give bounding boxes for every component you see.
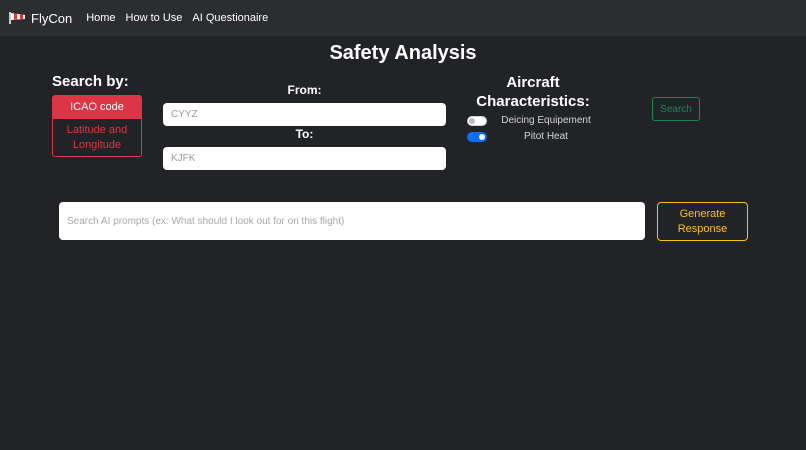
to-label: To: bbox=[295, 127, 314, 141]
navbar: FlyCon Home How to Use AI Questionaire bbox=[0, 0, 806, 36]
deicing-toggle[interactable] bbox=[467, 115, 487, 126]
brand-name: FlyCon bbox=[31, 10, 73, 26]
pitot-heat-toggle-row: Pitot Heat bbox=[467, 131, 605, 142]
search-by-label: Search by: bbox=[52, 73, 129, 90]
search-button[interactable]: Search bbox=[652, 97, 700, 121]
deicing-toggle-row: Deicing Equipement bbox=[467, 115, 605, 126]
to-input[interactable] bbox=[163, 147, 446, 170]
nav-link-how-to-use[interactable]: How to Use bbox=[126, 12, 183, 24]
brand[interactable]: FlyCon bbox=[9, 11, 72, 26]
page-title: Safety Analysis bbox=[329, 42, 477, 64]
from-label: From: bbox=[287, 83, 322, 97]
generate-response-button[interactable]: Generate Response bbox=[657, 202, 748, 241]
nav-link-ai-questionaire[interactable]: AI Questionaire bbox=[192, 12, 268, 24]
from-input[interactable] bbox=[163, 103, 446, 126]
aircraft-characteristics-title: Aircraft Characteristics: bbox=[476, 74, 590, 110]
toggle-knob bbox=[479, 133, 485, 140]
icao-code-button[interactable]: ICAO code bbox=[52, 95, 142, 118]
toggle-knob bbox=[469, 117, 475, 124]
pitot-heat-toggle-label: Pitot Heat bbox=[524, 131, 568, 142]
windsock-icon bbox=[9, 12, 25, 24]
deicing-toggle-label: Deicing Equipement bbox=[501, 115, 591, 126]
pitot-heat-toggle[interactable] bbox=[467, 131, 487, 142]
latitude-longitude-button[interactable]: Latitude and Longitude bbox=[52, 118, 142, 157]
nav-link-home[interactable]: Home bbox=[86, 12, 115, 24]
ai-prompt-input[interactable] bbox=[59, 202, 645, 240]
